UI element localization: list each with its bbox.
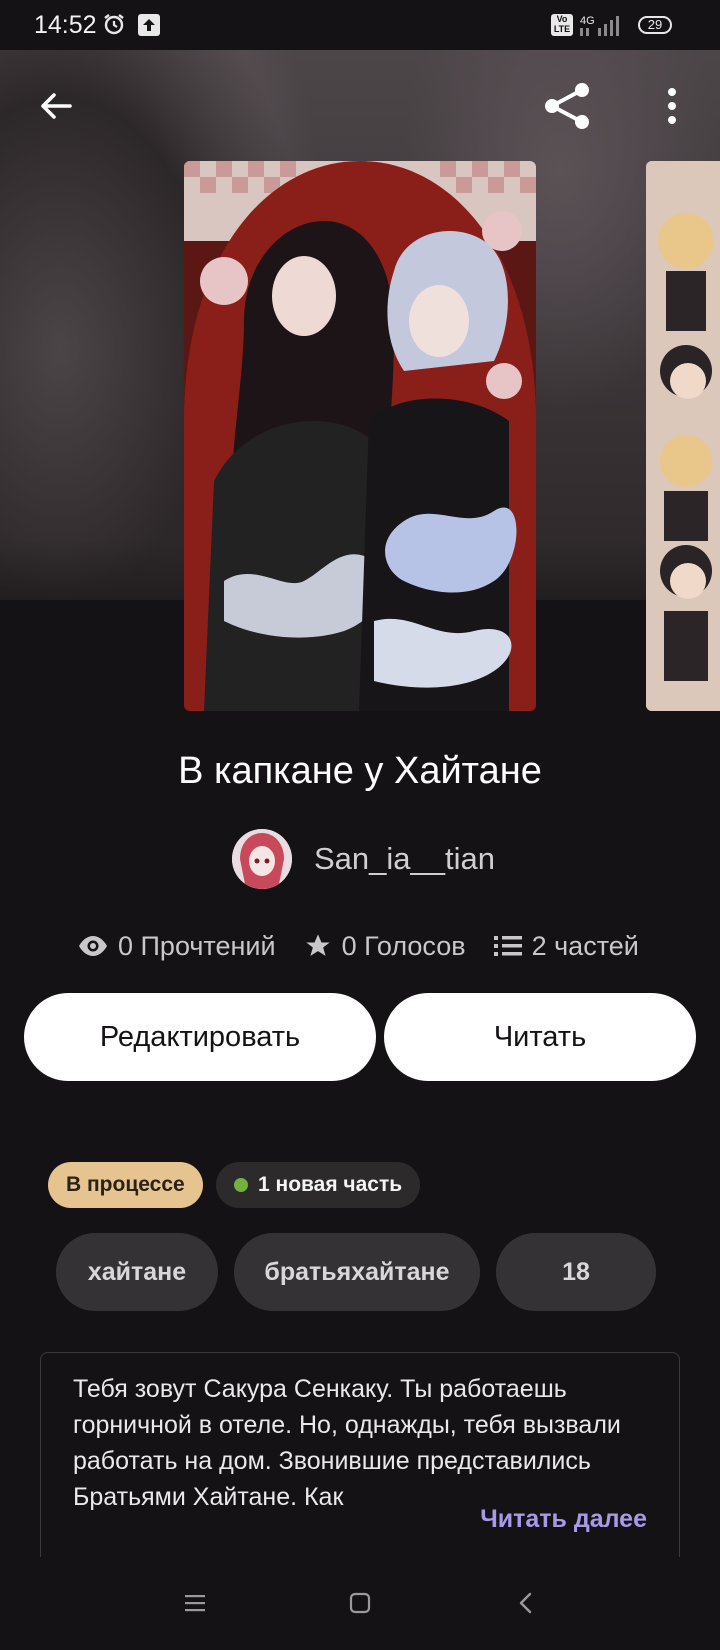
author-name: San_ia__tian	[314, 841, 495, 876]
read-more-link[interactable]: Читать далее	[470, 1505, 647, 1534]
new-part-badge: 1 новая часть	[216, 1162, 421, 1208]
author-link[interactable]: San_ia__tian	[232, 828, 495, 890]
votes-count: 0 Голосов	[341, 930, 466, 961]
tag-chip[interactable]: хайтане	[56, 1233, 218, 1311]
system-back-button[interactable]	[506, 1583, 546, 1623]
star-icon	[305, 934, 330, 956]
votes-stat: 0 Голосов	[304, 931, 466, 962]
battery-icon: 29	[638, 16, 672, 34]
upload-icon	[138, 14, 160, 36]
new-part-label: 1 новая часть	[258, 1173, 403, 1196]
new-dot-icon	[234, 1178, 248, 1192]
eye-icon	[79, 936, 107, 956]
story-stats: 0 Прочтений 0 Голосов 2 частей	[78, 926, 667, 966]
next-story-cover[interactable]	[646, 161, 720, 711]
signal-icon: 4G	[578, 14, 622, 43]
recent-apps-button[interactable]	[175, 1583, 215, 1623]
tag-chip[interactable]: братьяхайтане	[234, 1233, 480, 1311]
home-square-icon	[349, 1592, 371, 1614]
description-text: Тебя зовут Сакура Сенкаку. Ты работаешь …	[73, 1375, 621, 1511]
list-icon	[493, 936, 522, 956]
system-nav-bar	[0, 1557, 720, 1650]
more-vertical-icon	[668, 88, 676, 124]
back-chevron-icon	[519, 1592, 532, 1614]
home-button[interactable]	[340, 1583, 380, 1623]
menu-icon	[185, 1595, 205, 1612]
volte-icon: Vo LTE	[551, 14, 573, 36]
reads-stat: 0 Прочтений	[78, 931, 276, 962]
parts-count: 2 частей	[531, 930, 639, 961]
back-button[interactable]	[30, 80, 82, 132]
tag-chip[interactable]: 18	[496, 1233, 656, 1311]
read-button[interactable]: Читать	[384, 993, 696, 1081]
edit-button[interactable]: Редактировать	[24, 993, 376, 1081]
avatar	[232, 829, 292, 889]
parts-stat: 2 частей	[493, 930, 639, 962]
svg-text:4G: 4G	[580, 15, 595, 27]
status-badge: В процессе	[48, 1162, 203, 1208]
alarm-icon	[102, 12, 126, 41]
story-title: В капкане у Хайтане	[178, 750, 542, 792]
back-arrow-icon	[41, 93, 72, 119]
share-button[interactable]	[540, 78, 596, 134]
more-options-button[interactable]	[650, 80, 694, 132]
status-bar: 14:52 Vo LTE 4G 29	[0, 0, 720, 50]
story-cover-image[interactable]	[184, 161, 536, 711]
status-time: 14:52	[34, 11, 97, 39]
reads-count: 0 Прочтений	[118, 930, 276, 961]
description-box: Тебя зовут Сакура Сенкаку. Ты работаешь …	[40, 1352, 680, 1557]
share-icon	[545, 83, 589, 129]
